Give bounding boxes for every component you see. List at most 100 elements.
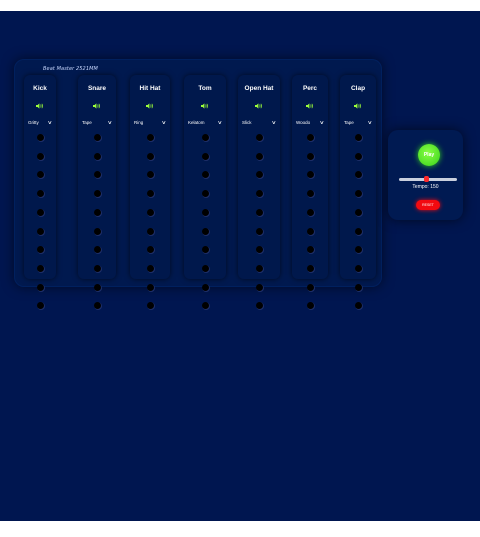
- step-pad[interactable]: [306, 246, 314, 254]
- step-pad[interactable]: [36, 227, 44, 235]
- step-pad[interactable]: [255, 152, 263, 160]
- step-pad[interactable]: [93, 208, 101, 216]
- step-pad[interactable]: [36, 171, 44, 179]
- step-pad[interactable]: [306, 264, 314, 272]
- step-pad[interactable]: [354, 283, 362, 291]
- track-name: Kick: [33, 85, 47, 92]
- step-pad[interactable]: [36, 208, 44, 216]
- chevron-down-icon: ∨: [107, 120, 113, 126]
- speaker-icon[interactable]: [306, 103, 314, 109]
- step-pad[interactable]: [201, 264, 209, 272]
- speaker-icon[interactable]: [201, 103, 209, 109]
- step-pad[interactable]: [146, 283, 154, 291]
- step-pad[interactable]: [354, 190, 362, 198]
- sample-select[interactable]: Kelatom ∨: [188, 119, 223, 127]
- step-pad[interactable]: [146, 171, 154, 179]
- step-pad[interactable]: [306, 171, 314, 179]
- speaker-icon[interactable]: [146, 103, 154, 109]
- step-pad[interactable]: [306, 152, 314, 160]
- tempo-slider[interactable]: [399, 176, 457, 182]
- reset-button[interactable]: RESET: [416, 200, 440, 210]
- chevron-down-icon: ∨: [367, 120, 373, 126]
- step-pad[interactable]: [146, 246, 154, 254]
- tempo-slider-thumb[interactable]: [423, 176, 429, 182]
- step-pad[interactable]: [146, 190, 154, 198]
- step-pad[interactable]: [255, 190, 263, 198]
- step-pad[interactable]: [255, 302, 263, 310]
- step-pad[interactable]: [306, 283, 314, 291]
- step-pad[interactable]: [36, 283, 44, 291]
- sample-select[interactable]: Ring ∨: [134, 119, 167, 127]
- step-pad[interactable]: [201, 171, 209, 179]
- step-pad[interactable]: [354, 134, 362, 141]
- step-pad[interactable]: [36, 152, 44, 160]
- step-pad[interactable]: [354, 208, 362, 216]
- step-pad[interactable]: [36, 246, 44, 254]
- step-pad[interactable]: [201, 152, 209, 160]
- step-pad[interactable]: [201, 134, 209, 141]
- step-pad[interactable]: [201, 302, 209, 310]
- step-pad[interactable]: [146, 152, 154, 160]
- step-pad[interactable]: [146, 208, 154, 216]
- speaker-icon[interactable]: [354, 103, 362, 109]
- step-pad[interactable]: [93, 283, 101, 291]
- sample-select[interactable]: Woodo ∨: [296, 119, 325, 127]
- step-pad[interactable]: [306, 227, 314, 235]
- step-pad[interactable]: [201, 246, 209, 254]
- chevron-down-icon: ∨: [161, 120, 167, 126]
- step-pad[interactable]: [306, 190, 314, 198]
- step-pad[interactable]: [255, 246, 263, 254]
- sample-select-value: Kelatom: [188, 120, 205, 125]
- speaker-icon[interactable]: [36, 103, 44, 109]
- step-pad[interactable]: [93, 302, 101, 310]
- sample-select[interactable]: Gritty ∨: [28, 119, 53, 127]
- sample-select[interactable]: Tape ∨: [344, 119, 373, 127]
- step-pad[interactable]: [201, 208, 209, 216]
- step-pad[interactable]: [36, 190, 44, 198]
- step-pad[interactable]: [255, 171, 263, 179]
- speaker-icon[interactable]: [93, 103, 101, 109]
- step-pad[interactable]: [306, 302, 314, 310]
- play-button[interactable]: Play: [418, 144, 440, 166]
- track-name: Snare: [87, 85, 107, 92]
- sample-select-value: Gritty: [28, 120, 39, 125]
- step-pad[interactable]: [93, 171, 101, 179]
- track-column: Snare Tape ∨: [78, 75, 116, 310]
- step-pad[interactable]: [36, 134, 44, 141]
- step-pad[interactable]: [306, 134, 314, 141]
- step-pad[interactable]: [354, 171, 362, 179]
- step-pad[interactable]: [93, 190, 101, 198]
- step-pad[interactable]: [93, 246, 101, 254]
- step-pad[interactable]: [306, 208, 314, 216]
- step-pad[interactable]: [354, 227, 362, 235]
- track-column: Perc Woodo ∨: [292, 75, 328, 310]
- sample-select[interactable]: Slick ∨: [242, 119, 277, 127]
- step-pad[interactable]: [354, 302, 362, 310]
- step-pad[interactable]: [146, 302, 154, 310]
- step-pad[interactable]: [255, 264, 263, 272]
- step-pad[interactable]: [354, 152, 362, 160]
- step-pad[interactable]: [201, 283, 209, 291]
- step-pad[interactable]: [146, 227, 154, 235]
- step-pad[interactable]: [93, 227, 101, 235]
- step-pad[interactable]: [255, 208, 263, 216]
- track-column: Open Hat Slick ∨: [238, 75, 280, 310]
- step-pad[interactable]: [36, 264, 44, 272]
- sample-select-value: Tape: [344, 120, 354, 125]
- step-pad[interactable]: [36, 302, 44, 310]
- step-pad[interactable]: [146, 264, 154, 272]
- step-pad[interactable]: [146, 134, 154, 141]
- sample-select[interactable]: Tape ∨: [82, 119, 113, 127]
- step-pad[interactable]: [255, 134, 263, 141]
- step-pad[interactable]: [255, 227, 263, 235]
- speaker-icon[interactable]: [255, 103, 263, 109]
- step-pad[interactable]: [201, 227, 209, 235]
- step-pad[interactable]: [93, 152, 101, 160]
- step-pad[interactable]: [255, 283, 263, 291]
- step-pad[interactable]: [201, 190, 209, 198]
- step-pad[interactable]: [93, 264, 101, 272]
- sample-select-value: Slick: [242, 120, 252, 125]
- step-pad[interactable]: [354, 264, 362, 272]
- step-pad[interactable]: [93, 134, 101, 141]
- step-pad[interactable]: [354, 246, 362, 254]
